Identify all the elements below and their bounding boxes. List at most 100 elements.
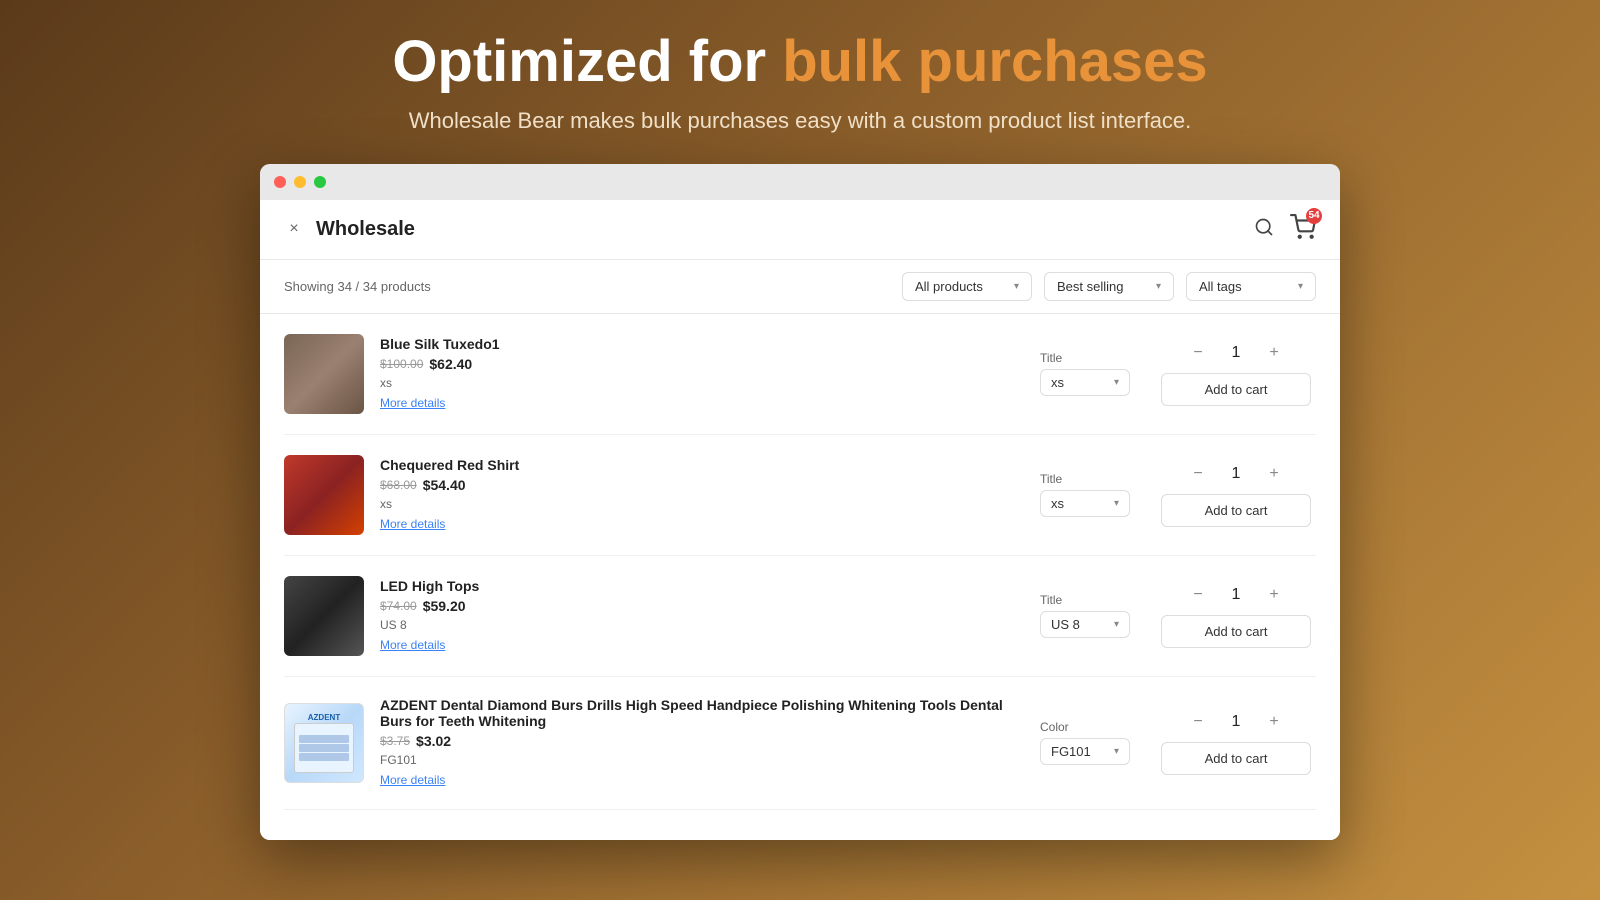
- qty-control: − 1 +: [1186, 341, 1286, 365]
- more-details-link[interactable]: More details: [380, 396, 445, 410]
- qty-control: − 1 +: [1186, 462, 1286, 486]
- showing-text: Showing 34 / 34 products: [284, 279, 890, 294]
- more-details-link[interactable]: More details: [380, 773, 445, 787]
- product-image: [284, 455, 364, 535]
- app-header-right: 54: [1254, 214, 1316, 245]
- hero-title-prefix: Optimized for: [392, 29, 782, 94]
- qty-increase-button[interactable]: +: [1262, 341, 1286, 365]
- product-qty-cart: − 1 + Add to cart: [1156, 462, 1316, 527]
- browser-titlebar: [260, 164, 1340, 200]
- add-to-cart-button[interactable]: Add to cart: [1161, 615, 1311, 648]
- app-header-left: × Wholesale: [284, 218, 415, 241]
- price-original: $74.00: [380, 599, 417, 613]
- qty-decrease-button[interactable]: −: [1186, 710, 1210, 734]
- filter-bar: Showing 34 / 34 products All products ▾ …: [260, 260, 1340, 314]
- all-tags-filter[interactable]: All tags ▾: [1186, 272, 1316, 301]
- price-original: $3.75: [380, 734, 410, 748]
- hero-subtitle: Wholesale Bear makes bulk purchases easy…: [392, 108, 1207, 134]
- product-pricing: $3.75 $3.02: [380, 733, 1024, 749]
- product-pricing: $74.00 $59.20: [380, 598, 1024, 614]
- product-variant-text: xs: [380, 376, 1024, 390]
- qty-value: 1: [1226, 586, 1246, 604]
- chevron-down-icon: ▾: [1014, 281, 1019, 292]
- qty-value: 1: [1226, 465, 1246, 483]
- variant-label: Title: [1040, 472, 1062, 486]
- chevron-down-icon: ▾: [1114, 498, 1119, 509]
- product-row: LED High Tops $74.00 $59.20 US 8 More de…: [284, 556, 1316, 677]
- more-details-link[interactable]: More details: [380, 517, 445, 531]
- chevron-down-icon: ▾: [1156, 281, 1161, 292]
- more-details-link[interactable]: More details: [380, 638, 445, 652]
- close-button[interactable]: ×: [284, 219, 304, 239]
- variant-select[interactable]: US 8 ▾: [1040, 611, 1130, 638]
- qty-decrease-button[interactable]: −: [1186, 341, 1210, 365]
- product-row: AZDENT AZDENT Dental Diamond Burs Drills…: [284, 677, 1316, 810]
- product-image: [284, 576, 364, 656]
- product-name: Chequered Red Shirt: [380, 457, 1024, 473]
- product-list: Blue Silk Tuxedo1 $100.00 $62.40 xs More…: [260, 314, 1340, 810]
- browser-dot-green[interactable]: [314, 176, 326, 188]
- product-info: Chequered Red Shirt $68.00 $54.40 xs Mor…: [380, 457, 1024, 533]
- qty-value: 1: [1226, 713, 1246, 731]
- product-row: Chequered Red Shirt $68.00 $54.40 xs Mor…: [284, 435, 1316, 556]
- product-row: Blue Silk Tuxedo1 $100.00 $62.40 xs More…: [284, 314, 1316, 435]
- qty-increase-button[interactable]: +: [1262, 583, 1286, 607]
- product-info: AZDENT Dental Diamond Burs Drills High S…: [380, 697, 1024, 789]
- product-qty-cart: − 1 + Add to cart: [1156, 341, 1316, 406]
- product-name: LED High Tops: [380, 578, 1024, 594]
- price-sale: $54.40: [423, 477, 466, 493]
- app-content: × Wholesale 54: [260, 200, 1340, 840]
- app-title: Wholesale: [316, 218, 415, 241]
- product-variant-selector: Title xs ▾: [1040, 351, 1140, 396]
- variant-value: xs: [1051, 375, 1064, 390]
- all-products-label: All products: [915, 279, 983, 294]
- qty-decrease-button[interactable]: −: [1186, 583, 1210, 607]
- chevron-down-icon: ▾: [1114, 619, 1119, 630]
- chevron-down-icon: ▾: [1114, 746, 1119, 757]
- app-header: × Wholesale 54: [260, 200, 1340, 260]
- variant-select[interactable]: FG101 ▾: [1040, 738, 1130, 765]
- product-qty-cart: − 1 + Add to cart: [1156, 583, 1316, 648]
- product-variant-selector: Title xs ▾: [1040, 472, 1140, 517]
- variant-select[interactable]: xs ▾: [1040, 369, 1130, 396]
- cart-button[interactable]: 54: [1290, 214, 1316, 245]
- chevron-down-icon: ▾: [1298, 281, 1303, 292]
- add-to-cart-button[interactable]: Add to cart: [1161, 742, 1311, 775]
- price-original: $100.00: [380, 357, 423, 371]
- browser-dot-yellow[interactable]: [294, 176, 306, 188]
- product-name: Blue Silk Tuxedo1: [380, 336, 1024, 352]
- cart-badge: 54: [1306, 208, 1322, 224]
- qty-control: − 1 +: [1186, 710, 1286, 734]
- browser-window: × Wholesale 54: [260, 164, 1340, 840]
- variant-label: Title: [1040, 593, 1062, 607]
- best-selling-label: Best selling: [1057, 279, 1123, 294]
- chevron-down-icon: ▾: [1114, 377, 1119, 388]
- add-to-cart-button[interactable]: Add to cart: [1161, 494, 1311, 527]
- add-to-cart-button[interactable]: Add to cart: [1161, 373, 1311, 406]
- search-icon[interactable]: [1254, 217, 1274, 242]
- browser-dot-red[interactable]: [274, 176, 286, 188]
- qty-decrease-button[interactable]: −: [1186, 462, 1210, 486]
- variant-select[interactable]: xs ▾: [1040, 490, 1130, 517]
- all-products-filter[interactable]: All products ▾: [902, 272, 1032, 301]
- variant-label: Title: [1040, 351, 1062, 365]
- qty-value: 1: [1226, 344, 1246, 362]
- variant-label: Color: [1040, 720, 1069, 734]
- all-tags-label: All tags: [1199, 279, 1242, 294]
- qty-increase-button[interactable]: +: [1262, 462, 1286, 486]
- variant-value: FG101: [1051, 744, 1091, 759]
- best-selling-filter[interactable]: Best selling ▾: [1044, 272, 1174, 301]
- product-variant-selector: Title US 8 ▾: [1040, 593, 1140, 638]
- product-name: AZDENT Dental Diamond Burs Drills High S…: [380, 697, 1024, 729]
- product-variant-text: FG101: [380, 753, 1024, 767]
- qty-control: − 1 +: [1186, 583, 1286, 607]
- qty-increase-button[interactable]: +: [1262, 710, 1286, 734]
- hero-title-accent: bulk purchases: [782, 29, 1207, 94]
- product-image: [284, 334, 364, 414]
- price-original: $68.00: [380, 478, 417, 492]
- product-pricing: $100.00 $62.40: [380, 356, 1024, 372]
- variant-value: xs: [1051, 496, 1064, 511]
- product-variant-text: US 8: [380, 618, 1024, 632]
- product-image: AZDENT: [284, 703, 364, 783]
- price-sale: $3.02: [416, 733, 451, 749]
